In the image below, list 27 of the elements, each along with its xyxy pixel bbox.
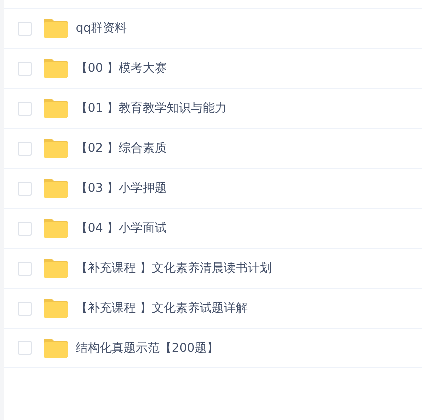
folder-name[interactable]: 【补充课程 】文化素养清晨读书计划 <box>76 260 272 277</box>
folder-icon <box>44 139 68 158</box>
folder-icon <box>44 59 68 78</box>
folder-icon <box>44 259 68 278</box>
folder-name[interactable]: 【01 】教育教学知识与能力 <box>76 100 228 117</box>
folder-icon <box>44 99 68 118</box>
checkbox[interactable] <box>18 102 32 116</box>
folder-icon <box>44 19 68 38</box>
checkbox[interactable] <box>18 182 32 196</box>
folder-icon <box>44 179 68 198</box>
checkbox[interactable] <box>18 302 32 316</box>
folder-name[interactable]: 结构化真题示范【200题】 <box>76 340 219 356</box>
folder-icon <box>44 219 68 238</box>
checkbox[interactable] <box>18 142 32 156</box>
folder-name[interactable]: 【00 】模考大赛 <box>76 60 168 77</box>
folder-name[interactable]: 【补充课程 】文化素养试题详解 <box>76 300 248 317</box>
checkbox[interactable] <box>18 341 32 355</box>
checkbox[interactable] <box>18 262 32 276</box>
folder-icon <box>44 299 68 318</box>
folder-icon <box>44 338 68 358</box>
folder-name[interactable]: qq群资料 <box>76 20 128 37</box>
folder-name[interactable]: 【02 】综合素质 <box>76 140 168 157</box>
checkbox[interactable] <box>18 22 32 36</box>
folder-name[interactable]: 【03 】小学押题 <box>76 180 168 197</box>
folder-name[interactable]: 【04 】小学面试 <box>76 220 168 237</box>
checkbox[interactable] <box>18 222 32 236</box>
checkbox[interactable] <box>18 62 32 76</box>
